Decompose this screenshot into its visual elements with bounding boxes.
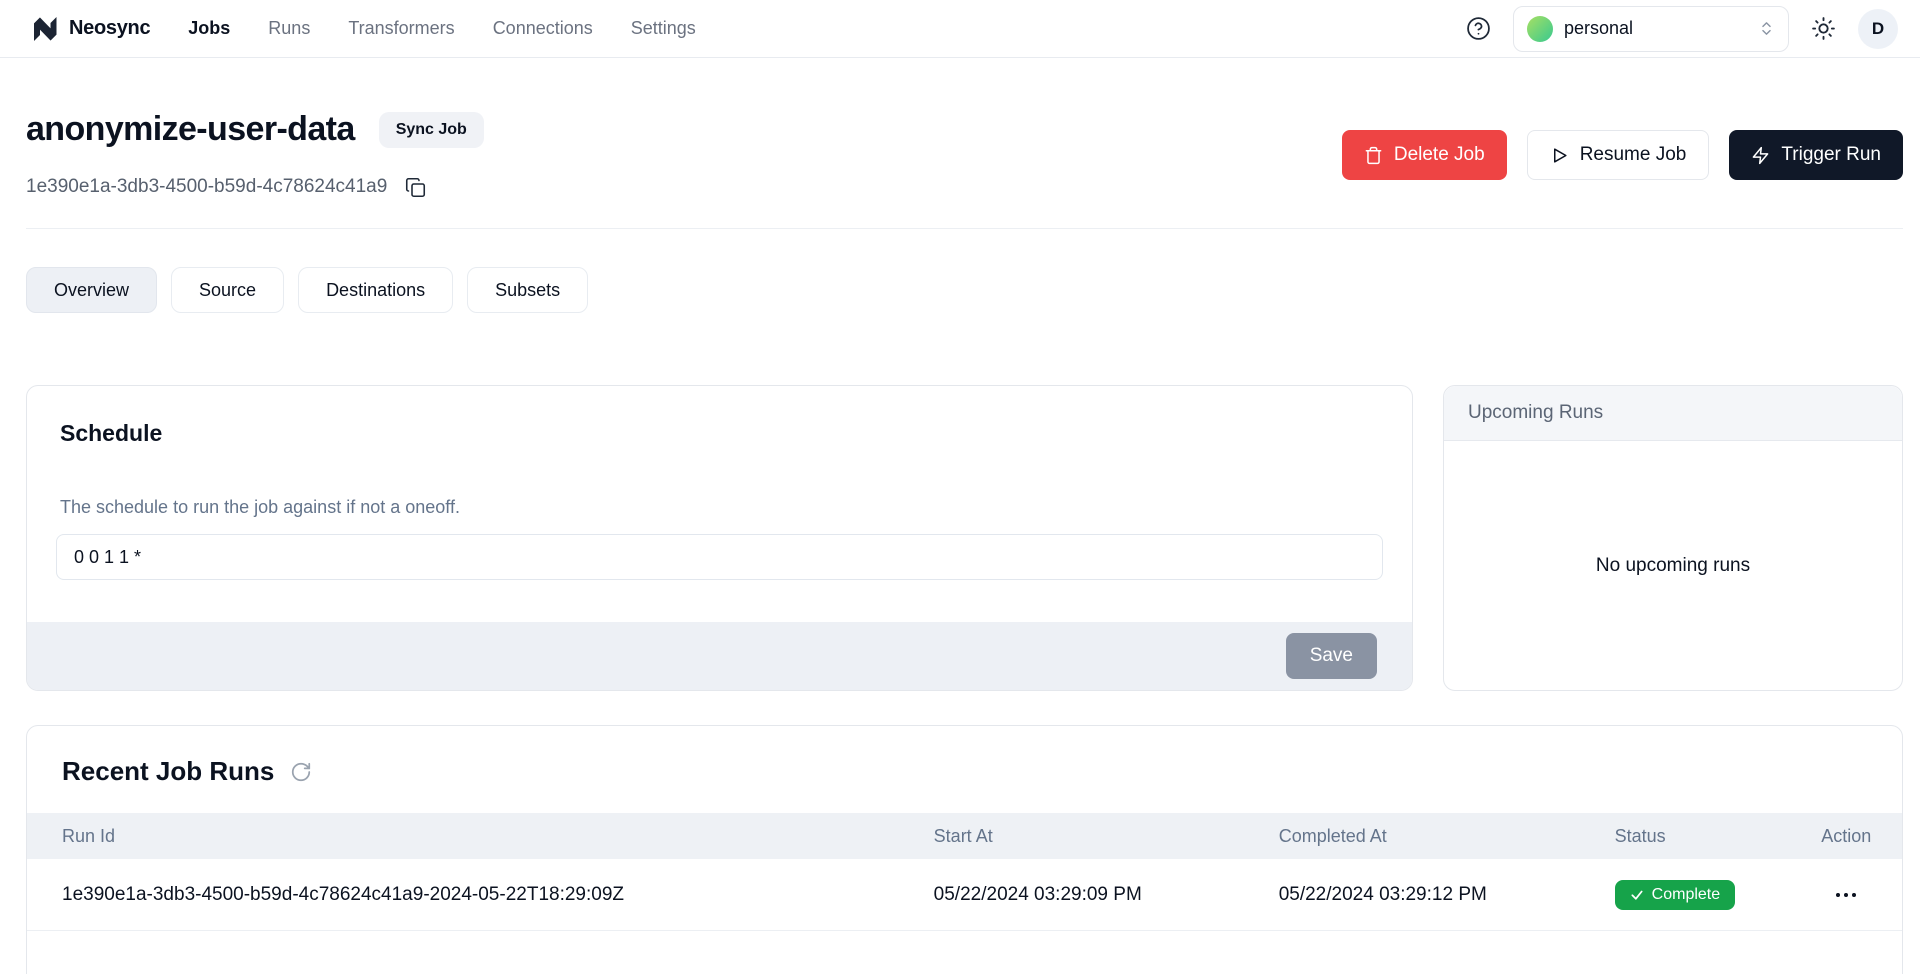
schedule-card: Schedule The schedule to run the job aga… xyxy=(26,385,1413,691)
tab-overview[interactable]: Overview xyxy=(26,267,157,313)
run-id-cell: 1e390e1a-3db3-4500-b59d-4c78624c41a9-202… xyxy=(62,884,934,906)
neosync-logo-icon xyxy=(30,14,60,44)
recent-runs-title: Recent Job Runs xyxy=(62,756,274,787)
page-header: anonymize-user-data Sync Job 1e390e1a-3d… xyxy=(26,110,1903,198)
nav-item-settings[interactable]: Settings xyxy=(631,18,696,39)
status-badge: Complete xyxy=(1615,880,1735,910)
job-type-badge: Sync Job xyxy=(379,112,484,148)
nav-item-runs[interactable]: Runs xyxy=(268,18,310,39)
recent-job-runs-card: Recent Job Runs Run Id Start At Complete… xyxy=(26,725,1903,974)
job-id: 1e390e1a-3db3-4500-b59d-4c78624c41a9 xyxy=(26,176,387,198)
nav-item-transformers[interactable]: Transformers xyxy=(348,18,454,39)
account-avatar xyxy=(1527,16,1553,42)
check-icon xyxy=(1630,888,1644,902)
copy-icon[interactable] xyxy=(405,177,426,198)
nav-item-connections[interactable]: Connections xyxy=(493,18,593,39)
schedule-description: The schedule to run the job against if n… xyxy=(60,497,1379,518)
tab-source[interactable]: Source xyxy=(171,267,284,313)
refresh-icon[interactable] xyxy=(290,761,312,783)
top-navigation-bar: Neosync Jobs Runs Transformers Connectio… xyxy=(0,0,1920,58)
nav-item-jobs[interactable]: Jobs xyxy=(188,18,230,39)
schedule-title: Schedule xyxy=(60,420,1412,447)
job-tabs: Overview Source Destinations Subsets xyxy=(26,267,1903,313)
tab-subsets[interactable]: Subsets xyxy=(467,267,588,313)
column-status: Status xyxy=(1615,826,1815,847)
page-content: anonymize-user-data Sync Job 1e390e1a-3d… xyxy=(0,110,1920,974)
play-icon xyxy=(1550,146,1569,165)
account-switcher[interactable]: personal xyxy=(1513,6,1789,52)
upcoming-runs-header: Upcoming Runs xyxy=(1444,386,1902,441)
row-actions-menu-icon[interactable] xyxy=(1830,887,1862,903)
main-nav: Jobs Runs Transformers Connections Setti… xyxy=(188,18,696,39)
start-at-cell: 05/22/2024 03:29:09 PM xyxy=(934,884,1279,906)
theme-toggle-sun-icon[interactable] xyxy=(1811,16,1836,41)
column-start-at: Start At xyxy=(934,826,1279,847)
job-action-buttons: Delete Job Resume Job Trigger Run xyxy=(1342,130,1903,180)
brand-name: Neosync xyxy=(69,17,150,40)
zap-icon xyxy=(1751,146,1770,165)
help-icon[interactable] xyxy=(1466,16,1491,41)
delete-job-button[interactable]: Delete Job xyxy=(1342,130,1507,180)
cron-schedule-input[interactable] xyxy=(56,534,1383,580)
account-name: personal xyxy=(1564,18,1633,39)
chevrons-up-down-icon xyxy=(1758,20,1775,37)
upcoming-runs-empty-message: No upcoming runs xyxy=(1444,441,1902,690)
column-run-id: Run Id xyxy=(62,826,934,847)
resume-job-button[interactable]: Resume Job xyxy=(1527,130,1710,180)
runs-table-header: Run Id Start At Completed At Status Acti… xyxy=(27,813,1902,859)
schedule-card-footer: Save xyxy=(27,622,1412,690)
neosync-logo[interactable]: Neosync xyxy=(30,14,150,44)
page-title: anonymize-user-data xyxy=(26,110,355,149)
trash-icon xyxy=(1364,146,1383,165)
run-table-row[interactable]: 1e390e1a-3db3-4500-b59d-4c78624c41a9-202… xyxy=(27,859,1902,931)
save-button[interactable]: Save xyxy=(1286,633,1377,679)
trigger-run-button[interactable]: Trigger Run xyxy=(1729,130,1903,180)
user-avatar[interactable]: D xyxy=(1858,9,1898,49)
header-separator xyxy=(26,228,1903,229)
column-completed-at: Completed At xyxy=(1279,826,1615,847)
tab-destinations[interactable]: Destinations xyxy=(298,267,453,313)
completed-at-cell: 05/22/2024 03:29:12 PM xyxy=(1279,884,1615,906)
column-action: Action xyxy=(1821,826,1871,847)
upcoming-runs-card: Upcoming Runs No upcoming runs xyxy=(1443,385,1903,691)
